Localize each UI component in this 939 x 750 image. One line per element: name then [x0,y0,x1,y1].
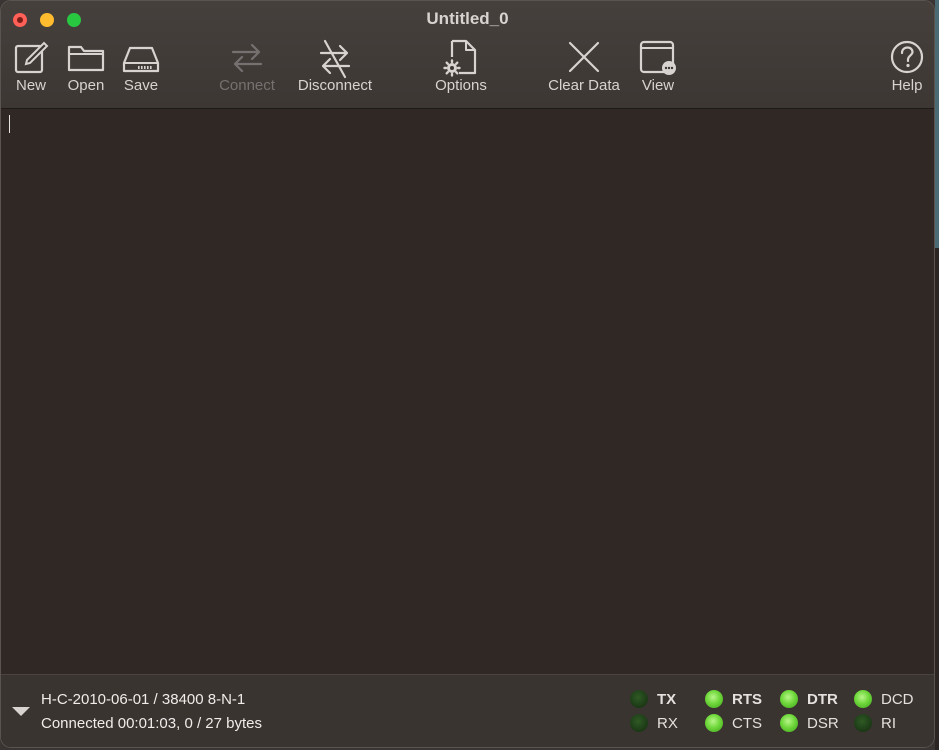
disconnect-arrows-icon [319,39,351,79]
ri-led [854,714,872,732]
signal-rx: RX [630,713,678,733]
view-button[interactable]: View [637,39,679,94]
view-label: View [641,77,675,94]
signal-rts: RTS [705,689,762,709]
save-button[interactable]: Save [120,39,162,94]
dcd-led [854,690,872,708]
help-button[interactable]: Help [887,39,927,94]
new-document-icon [14,41,49,74]
open-label: Open [67,77,105,94]
options-label: Options [435,77,487,94]
signal-cts: CTS [705,713,762,733]
options-button[interactable]: Options [431,39,491,94]
tx-led [630,690,648,708]
disk-drive-icon [122,46,160,73]
background-strip [935,0,939,750]
document-gear-icon [443,39,477,77]
connect-button[interactable]: Connect [214,39,280,94]
rts-label: RTS [732,690,762,708]
new-label: New [15,77,46,94]
x-mark-icon [568,41,600,73]
window-title: Untitled_0 [426,9,509,28]
rts-led [705,690,723,708]
new-button[interactable]: New [13,39,49,94]
ri-label: RI [881,714,896,732]
help-label: Help [891,77,923,94]
signal-dsr: DSR [780,713,839,733]
open-button[interactable]: Open [65,39,107,94]
dtr-led [780,690,798,708]
disconnect-button[interactable]: Disconnect [294,39,376,94]
background-accent [935,0,939,248]
text-cursor [9,115,10,133]
terminal-output-area[interactable] [1,109,934,674]
signal-dcd: DCD [854,689,914,709]
dcd-label: DCD [881,690,914,708]
connect-label: Connect [219,77,275,94]
dtr-label: DTR [807,690,838,708]
signal-dtr: DTR [780,689,838,709]
connection-status-text: Connected 00:01:03, 0 / 27 bytes [41,715,262,732]
clear-data-button[interactable]: Clear Data [545,39,623,94]
rx-label: RX [657,714,678,732]
app-window: Untitled_0 New Open Save Connect Disconn… [0,0,935,748]
window-more-icon [639,40,676,75]
question-circle-icon [890,40,924,74]
toolbar: Untitled_0 New Open Save Connect Disconn… [1,1,934,109]
status-bar: H-C-2010-06-01 / 38400 8-N-1 Connected 0… [1,674,934,747]
cts-label: CTS [732,714,762,732]
signal-tx: TX [630,689,676,709]
dsr-label: DSR [807,714,839,732]
save-label: Save [123,77,159,94]
signal-ri: RI [854,713,896,733]
rx-led [630,714,648,732]
tx-label: TX [657,690,677,708]
dsr-led [780,714,798,732]
connect-arrows-icon [231,43,263,73]
clear-data-label: Clear Data [548,77,620,94]
folder-icon [67,45,105,72]
disclosure-triangle-icon[interactable] [12,707,30,716]
cts-led [705,714,723,732]
port-settings-text: H-C-2010-06-01 / 38400 8-N-1 [41,691,246,708]
disconnect-label: Disconnect [297,77,373,94]
